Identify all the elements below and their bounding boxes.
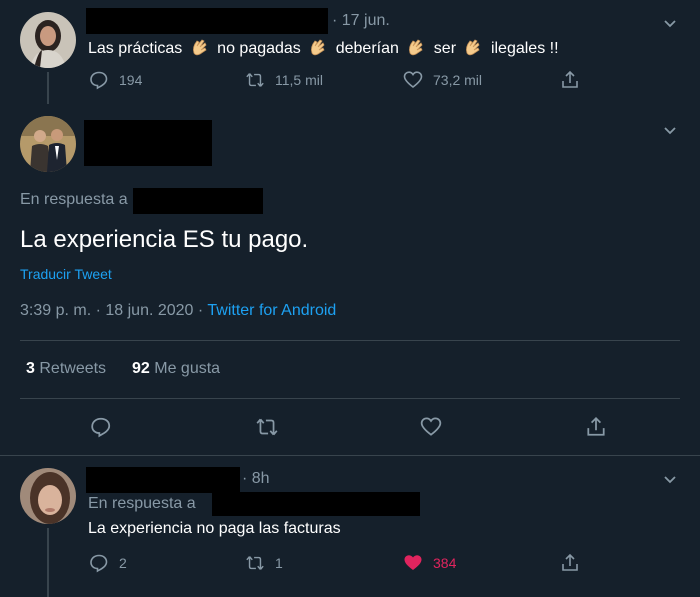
share-button[interactable] — [585, 416, 607, 438]
redacted-username — [86, 8, 328, 34]
divider — [20, 340, 680, 341]
redacted-reply-to-handle — [212, 492, 420, 516]
heart-icon — [420, 417, 442, 436]
retweet-icon — [246, 73, 264, 87]
chevron-down-icon[interactable] — [661, 15, 679, 33]
reply-count: 194 — [119, 72, 143, 88]
like-button[interactable]: 73,2 mil — [403, 70, 482, 90]
share-icon — [587, 416, 605, 436]
redacted-reply-to-handle — [133, 188, 263, 214]
redacted-username — [86, 467, 240, 493]
clapping-hands-icon — [466, 39, 481, 56]
likes-count: 92 — [132, 360, 150, 377]
tweet-time[interactable]: · 8h — [242, 470, 270, 488]
redacted-username — [84, 120, 212, 166]
retweets-stat[interactable]: 3 Retweets — [26, 360, 106, 378]
thread-line — [47, 528, 49, 597]
clapping-hands-icon — [409, 39, 423, 56]
retweet-button[interactable]: 11,5 mil — [245, 70, 323, 90]
retweet-button[interactable]: 1 — [245, 553, 283, 573]
thread-line — [47, 72, 49, 104]
reply-count: 2 — [119, 555, 127, 571]
retweet-icon — [256, 418, 278, 436]
retweet-count: 1 — [275, 555, 283, 571]
tweet-date[interactable]: · 17 jun. — [332, 12, 390, 30]
like-count: 73,2 mil — [433, 72, 483, 88]
reply-button[interactable]: 194 — [89, 70, 142, 90]
like-count: 384 — [433, 555, 457, 571]
reply-icon — [91, 417, 111, 438]
avatar[interactable] — [20, 116, 76, 172]
like-button[interactable] — [420, 416, 442, 438]
reply-icon — [90, 71, 108, 90]
tweet-text-part: ser — [433, 40, 457, 57]
reply-icon — [90, 554, 108, 573]
heart-icon — [403, 71, 423, 89]
likes-label: Me gusta — [154, 360, 221, 377]
share-button[interactable] — [560, 553, 580, 573]
avatar[interactable] — [20, 12, 76, 68]
reply-to-label: En respuesta a — [88, 495, 196, 512]
divider — [20, 398, 680, 399]
reply-button[interactable] — [90, 416, 112, 438]
heart-filled-icon — [404, 555, 422, 570]
like-button[interactable]: 384 — [403, 553, 456, 573]
share-icon — [562, 553, 578, 571]
tweet-text-part: no pagadas — [217, 40, 301, 57]
retweet-count: 11,5 mil — [275, 72, 323, 88]
tweet-text-part: Las prácticas — [88, 40, 183, 57]
chevron-down-icon[interactable] — [661, 122, 679, 140]
retweets-label: Retweets — [39, 360, 107, 377]
retweet-button[interactable] — [255, 416, 279, 438]
avatar[interactable] — [20, 468, 76, 524]
chevron-down-icon[interactable] — [661, 471, 679, 489]
tweet-text-part: ilegales !! — [490, 40, 559, 57]
clapping-hands-icon — [311, 39, 325, 56]
reply-button[interactable]: 2 — [89, 553, 127, 573]
retweets-count: 3 — [26, 360, 35, 377]
divider — [0, 455, 700, 456]
tweet-text: La experiencia no paga las facturas — [88, 520, 341, 537]
share-icon — [562, 70, 578, 88]
retweet-icon — [246, 556, 264, 570]
tweet-timestamp[interactable]: 3:39 p. m. · 18 jun. 2020 · — [20, 302, 207, 319]
share-button[interactable] — [560, 70, 580, 90]
clapping-hands-icon — [192, 39, 207, 56]
translate-link[interactable]: Traducir Tweet — [20, 266, 112, 282]
likes-stat[interactable]: 92 Me gusta — [132, 360, 220, 378]
tweet-meta: 3:39 p. m. · 18 jun. 2020 · Twitter for … — [20, 302, 336, 320]
reply-to-label: En respuesta a — [20, 191, 128, 208]
tweet-text: La experiencia ES tu pago. — [20, 226, 309, 253]
tweet-text-part: deberían — [335, 40, 399, 57]
tweet-text: Las prácticas no pagadas deberían ser il… — [88, 37, 559, 58]
tweet-source[interactable]: Twitter for Android — [207, 302, 336, 319]
